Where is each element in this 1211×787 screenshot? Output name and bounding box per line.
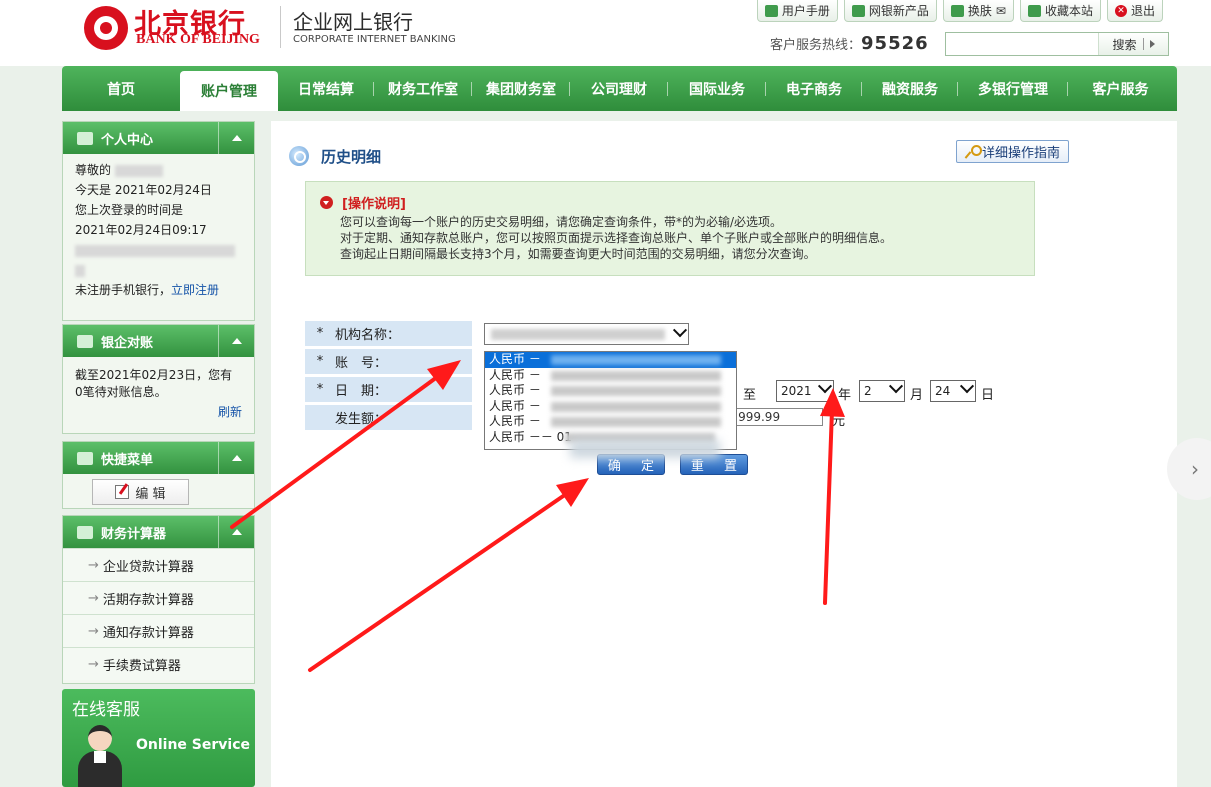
envelope-icon: ✉ <box>995 3 1006 18</box>
chevron-down-icon <box>672 323 688 338</box>
redaction-blur <box>570 440 720 458</box>
account-option[interactable]: 人民币 － <box>485 414 736 430</box>
operation-guide-button[interactable]: 详细操作指南 <box>956 140 1069 163</box>
search-input[interactable] <box>946 33 1098 55</box>
top-links: 用户手册 网银新产品 换肤 ✉ 收藏本站 ✕ 退出 <box>756 0 1163 22</box>
user-icon <box>77 131 93 145</box>
chevron-right-icon: › <box>1191 457 1199 481</box>
redacted-name <box>114 164 163 177</box>
redacted-org <box>491 329 665 340</box>
service-hotline: 客户服务热线：95526 <box>770 33 929 54</box>
date-to-label: 至 <box>743 388 757 403</box>
main-nav: 首页 账户管理 日常结算 财务工作室 集团财务室 公司理财 国际业务 电子商务 … <box>62 66 1177 111</box>
refresh-link[interactable]: 刷新 <box>218 405 242 419</box>
user-icon <box>77 334 93 348</box>
month-select[interactable]: 2 <box>859 379 905 402</box>
chevron-down-icon <box>817 379 833 394</box>
chevron-down-icon <box>320 196 333 209</box>
chevron-down-icon <box>959 379 975 394</box>
reconciliation-panel: 银企对账 截至2021年02月23日，您有 0笔待对账信息。 刷新 <box>62 324 255 434</box>
new-icon <box>851 4 865 17</box>
product-name-cn: 企业网上银行 <box>293 10 413 34</box>
register-link[interactable]: 立即注册 <box>171 283 219 297</box>
day-select[interactable]: 24 <box>930 379 976 402</box>
arrow-right-icon: → <box>88 590 99 606</box>
nav-daily-settlement[interactable]: 日常结算 <box>278 66 374 111</box>
nav-account-management[interactable]: 账户管理 <box>180 71 278 111</box>
collapse-icon[interactable] <box>218 325 254 357</box>
page-title: 历史明细 <box>321 148 382 166</box>
chevron-down-icon <box>888 379 904 394</box>
redacted-info <box>75 244 235 257</box>
edit-quick-menu-button[interactable]: 编 辑 <box>92 479 189 505</box>
account-option[interactable]: 人民币 － <box>485 383 736 399</box>
calc-demand-deposit[interactable]: → 活期存款计算器 <box>63 581 254 614</box>
collapse-icon[interactable] <box>218 122 254 154</box>
arrow-right-icon: → <box>88 557 99 573</box>
personal-center-header: 个人中心 <box>63 122 254 154</box>
logout-link[interactable]: ✕ 退出 <box>1106 0 1163 22</box>
play-icon <box>1149 40 1155 48</box>
reconciliation-header: 银企对账 <box>63 325 254 357</box>
product-name-en: CORPORATE INTERNET BANKING <box>293 34 456 45</box>
calculator-panel: 财务计算器 → 企业贷款计算器 → 活期存款计算器 → 通知存款计算器 → 手续费试算器 <box>62 515 255 684</box>
collapse-icon[interactable] <box>218 442 254 474</box>
nav-multi-bank[interactable]: 多银行管理 <box>958 66 1068 111</box>
last-login-time: 2021年02月24日09:17 <box>75 223 207 237</box>
calculator-header: 财务计算器 <box>63 516 254 548</box>
calc-corporate-loan[interactable]: → 企业贷款计算器 <box>63 548 254 581</box>
account-option[interactable]: 人民币 － <box>485 399 736 415</box>
change-skin-link[interactable]: 换肤 ✉ <box>942 0 1014 22</box>
nav-group-finance[interactable]: 集团财务室 <box>472 66 570 111</box>
close-icon: ✕ <box>1114 4 1127 17</box>
search-button[interactable]: 搜索 <box>1098 33 1168 55</box>
history-icon <box>289 146 309 166</box>
org-name-label: * 机构名称： <box>305 321 472 346</box>
account-label: * 账 号： <box>305 349 472 374</box>
org-name-select[interactable] <box>484 323 689 345</box>
folder-icon <box>1027 4 1041 17</box>
header: 北京银行 BANK OF BEIJING 企业网上银行 CORPORATE IN… <box>0 0 1211 66</box>
calc-notice-deposit[interactable]: → 通知存款计算器 <box>63 614 254 647</box>
collapse-icon[interactable] <box>218 516 254 548</box>
book-icon <box>764 4 778 17</box>
arrow-right-icon: → <box>88 623 99 639</box>
nav-corporate-wealth[interactable]: 公司理财 <box>570 66 668 111</box>
hotline-number: 95526 <box>861 33 929 54</box>
account-option[interactable]: 人民币 － <box>485 352 736 368</box>
account-option[interactable]: 人民币 － <box>485 368 736 384</box>
nav-international[interactable]: 国际业务 <box>668 66 766 111</box>
user-manual-link[interactable]: 用户手册 <box>756 0 838 22</box>
key-icon <box>965 144 982 159</box>
nav-customer-service[interactable]: 客户服务 <box>1068 66 1173 111</box>
nav-ecommerce[interactable]: 电子商务 <box>766 66 862 111</box>
calc-fee-trial[interactable]: → 手续费试算器 <box>63 647 254 680</box>
edit-icon <box>77 451 93 465</box>
quick-menu-header: 快捷菜单 <box>63 442 254 474</box>
personal-center-panel: 个人中心 尊敬的 今天是 2021年02月24日 您上次登录的时间是 2021年… <box>62 121 255 321</box>
date-label: * 日 期： <box>305 377 472 402</box>
bookmark-link[interactable]: 收藏本站 <box>1019 0 1101 22</box>
agent-avatar <box>78 725 122 787</box>
nav-financing[interactable]: 融资服务 <box>862 66 958 111</box>
today-date: 2021年02月24日 <box>114 183 212 197</box>
pencil-icon <box>115 485 130 499</box>
logo-divider <box>280 6 281 48</box>
new-products-link[interactable]: 网银新产品 <box>843 0 937 22</box>
calculator-icon <box>77 525 93 539</box>
amount-label: 发生额： <box>305 405 472 430</box>
arrow-right-icon: → <box>88 656 99 672</box>
account-dropdown-list[interactable]: 人民币 － 人民币 － 人民币 － 人民币 － 人民币 － 人民币 －－ 01 <box>484 351 737 450</box>
online-service-banner[interactable]: 在线客服 Online Service <box>62 689 255 787</box>
bank-logo-icon <box>84 6 128 50</box>
year-select[interactable]: 2021 <box>776 379 834 402</box>
nav-home[interactable]: 首页 <box>62 66 180 111</box>
shirt-icon <box>950 4 964 17</box>
operation-notice: [操作说明] 您可以查询每一个账户的历史交易明细，请您确定查询条件，带*的为必输… <box>305 181 1035 276</box>
search-box: 搜索 <box>945 32 1169 56</box>
bank-name-en: BANK OF BEIJING <box>136 32 260 47</box>
nav-finance-studio[interactable]: 财务工作室 <box>374 66 472 111</box>
